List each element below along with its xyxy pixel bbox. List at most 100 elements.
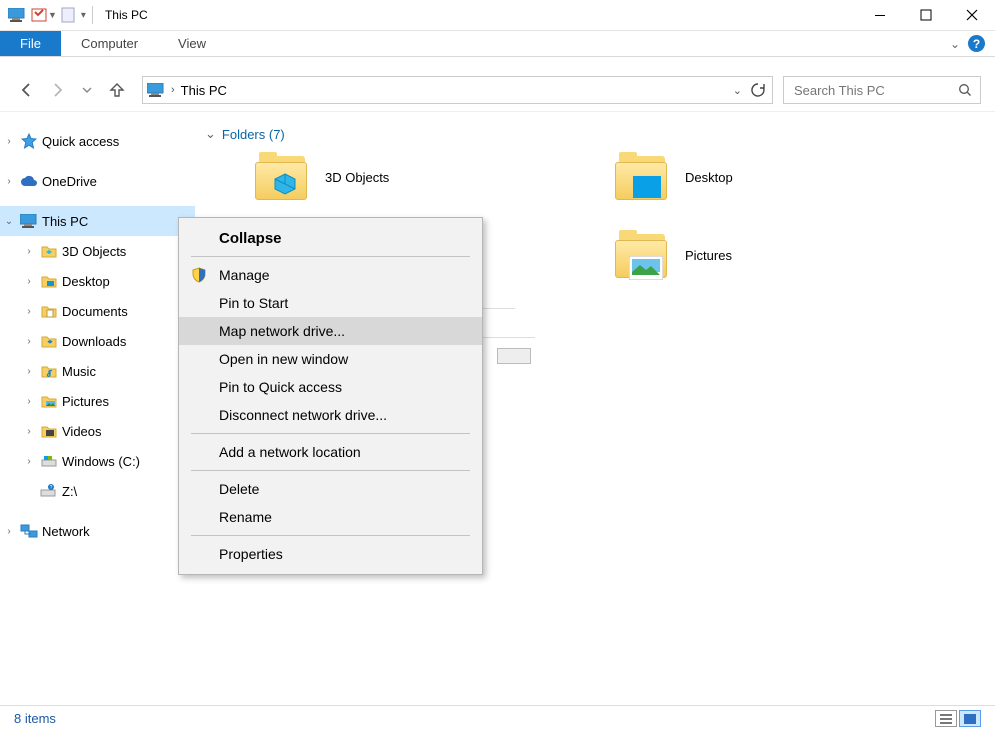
back-button[interactable] xyxy=(14,77,40,103)
music-icon xyxy=(38,364,60,378)
drive-icon xyxy=(38,454,60,468)
tree-label: Network xyxy=(42,524,90,539)
shield-icon xyxy=(189,267,209,283)
tree-label: Documents xyxy=(62,304,128,319)
tree-label: Videos xyxy=(62,424,102,439)
documents-icon xyxy=(38,304,60,318)
qat-newfolder-icon[interactable] xyxy=(57,4,79,26)
network-drive-icon: ? xyxy=(38,484,60,498)
ctx-map-drive[interactable]: Map network drive... xyxy=(179,317,482,345)
expand-icon[interactable]: › xyxy=(22,306,36,317)
collapse-icon[interactable]: ⌄ xyxy=(2,216,16,227)
minimize-button[interactable] xyxy=(857,0,903,31)
ribbon-expand-icon[interactable]: ⌄ xyxy=(950,37,960,51)
address-dropdown-icon[interactable]: ⌄ xyxy=(733,84,742,97)
ctx-disconnect[interactable]: Disconnect network drive... xyxy=(179,401,482,429)
ctx-delete[interactable]: Delete xyxy=(179,475,482,503)
maximize-button[interactable] xyxy=(903,0,949,31)
crumb-sep-icon[interactable]: › xyxy=(171,84,175,96)
recent-locations-button[interactable] xyxy=(74,77,100,103)
tree-this-pc[interactable]: ⌄ This PC xyxy=(0,206,195,236)
ctx-open-new[interactable]: Open in new window xyxy=(179,345,482,373)
tab-computer[interactable]: Computer xyxy=(61,31,158,56)
pictures-icon xyxy=(38,394,60,408)
item-3dobjects[interactable]: 3D Objects xyxy=(255,152,615,202)
tree-label: Desktop xyxy=(62,274,110,289)
search-box[interactable] xyxy=(783,76,981,104)
onedrive-icon xyxy=(18,175,40,187)
ctx-manage[interactable]: Manage xyxy=(179,261,482,289)
item-desktop[interactable]: Desktop xyxy=(615,152,975,202)
network-icon xyxy=(18,524,40,538)
tree-downloads[interactable]: › Downloads xyxy=(0,326,195,356)
refresh-icon[interactable] xyxy=(750,82,766,98)
folder-icon xyxy=(255,152,311,202)
ctx-add-loc[interactable]: Add a network location xyxy=(179,438,482,466)
ctx-collapse[interactable]: Collapse xyxy=(179,224,482,252)
expand-icon[interactable]: › xyxy=(22,246,36,257)
expand-icon[interactable]: › xyxy=(22,366,36,377)
qat-customize-icon[interactable]: ▾ xyxy=(81,10,86,21)
nav-row: › This PC ⌄ xyxy=(0,69,995,111)
item-label: 3D Objects xyxy=(325,170,389,185)
tree-label: This PC xyxy=(42,214,88,229)
expand-icon[interactable]: › xyxy=(22,426,36,437)
expand-icon[interactable]: › xyxy=(22,456,36,467)
address-bar[interactable]: › This PC ⌄ xyxy=(142,76,773,104)
tab-view[interactable]: View xyxy=(158,31,226,56)
tree-pictures[interactable]: › Pictures xyxy=(0,386,195,416)
tree-label: Windows (C:) xyxy=(62,454,140,469)
tree-label: Pictures xyxy=(62,394,109,409)
close-button[interactable] xyxy=(949,0,995,31)
tree-videos[interactable]: › Videos xyxy=(0,416,195,446)
tree-3dobjects[interactable]: › 3D Objects xyxy=(0,236,195,266)
up-button[interactable] xyxy=(104,77,130,103)
crumb-label[interactable]: This PC xyxy=(181,83,227,98)
search-icon[interactable] xyxy=(958,83,972,97)
tree-network[interactable]: › Network xyxy=(0,516,195,546)
ctx-rename[interactable]: Rename xyxy=(179,503,482,531)
expand-icon[interactable]: › xyxy=(2,526,16,537)
tree-drive-z[interactable]: ? Z:\ xyxy=(0,476,195,506)
thispc-icon xyxy=(147,83,165,97)
tree-onedrive[interactable]: › OneDrive xyxy=(0,166,195,196)
item-label: Desktop xyxy=(685,170,733,185)
horizontal-scroll-thumb[interactable] xyxy=(497,348,531,364)
ctx-pin-qa[interactable]: Pin to Quick access xyxy=(179,373,482,401)
tree-quick-access[interactable]: › Quick access xyxy=(0,126,195,156)
tree-music[interactable]: › Music xyxy=(0,356,195,386)
search-input[interactable] xyxy=(792,82,972,99)
ctx-properties[interactable]: Properties xyxy=(179,540,482,568)
folder-icon xyxy=(615,152,671,202)
address-crumb[interactable]: › This PC xyxy=(147,83,227,98)
ctx-pin-start[interactable]: Pin to Start xyxy=(179,289,482,317)
expand-icon[interactable]: › xyxy=(2,176,16,187)
quick-access-icon xyxy=(18,133,40,149)
title-bar: ▼ ▾ This PC xyxy=(0,0,995,31)
tree-desktop[interactable]: › Desktop xyxy=(0,266,195,296)
folders-group-header[interactable]: ⌄ Folders (7) xyxy=(205,126,989,142)
qat-properties-icon[interactable] xyxy=(28,4,50,26)
collapse-icon[interactable]: ⌄ xyxy=(205,126,216,142)
item-pictures[interactable]: Pictures xyxy=(615,230,975,280)
ctx-sep xyxy=(191,535,470,536)
tree-label: Music xyxy=(62,364,96,379)
help-icon[interactable]: ? xyxy=(968,35,985,52)
qat-dropdown-icon[interactable]: ▼ xyxy=(48,10,57,20)
tree-documents[interactable]: › Documents xyxy=(0,296,195,326)
expand-icon[interactable]: › xyxy=(22,276,36,287)
forward-button[interactable] xyxy=(44,77,70,103)
expand-icon[interactable]: › xyxy=(2,136,16,147)
expand-icon[interactable]: › xyxy=(22,336,36,347)
view-tiles-button[interactable] xyxy=(959,710,981,727)
thispc-icon xyxy=(18,214,40,228)
tree-drive-c[interactable]: › Windows (C:) xyxy=(0,446,195,476)
ctx-sep xyxy=(191,470,470,471)
view-details-button[interactable] xyxy=(935,710,957,727)
context-menu: Collapse Manage Pin to Start Map network… xyxy=(178,217,483,575)
expand-icon[interactable]: › xyxy=(22,396,36,407)
status-text: 8 items xyxy=(14,711,56,726)
svg-text:?: ? xyxy=(50,485,53,491)
file-tab[interactable]: File xyxy=(0,31,61,56)
address-bar-controls: ⌄ xyxy=(733,82,766,98)
